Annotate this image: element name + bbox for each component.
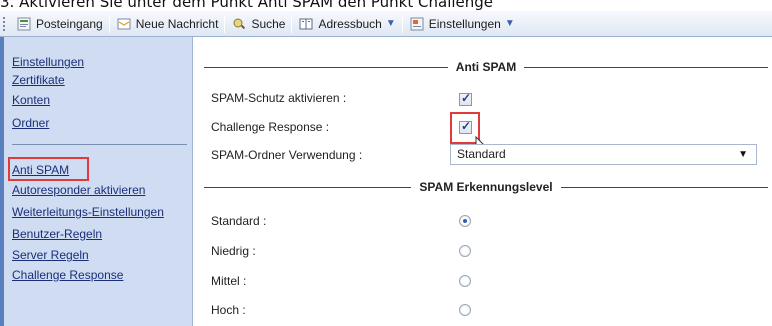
challenge-response-label: Challenge Response : <box>211 120 330 134</box>
level-label-standard: Standard : <box>211 214 267 228</box>
inbox-label: Posteingang <box>36 16 103 31</box>
sidebar-item-einstellungen[interactable]: Einstellungen <box>12 55 84 69</box>
inbox-icon <box>16 16 32 32</box>
toolbar-separator <box>401 14 403 33</box>
settings-button[interactable]: Einstellungen ▼ <box>405 13 519 35</box>
instruction-caption: 3. Aktivieren Sie unter dem Punkt Anti S… <box>0 0 494 11</box>
settings-panel: Anti SPAM SPAM-Schutz aktivieren : ✓ Cha… <box>194 37 772 326</box>
section-header-anti-spam: Anti SPAM <box>204 59 769 75</box>
toolbar-grip[interactable] <box>2 15 6 32</box>
folder-usage-value: Standard <box>457 147 506 161</box>
section-rule <box>560 186 768 188</box>
sidebar-item-autoresponder[interactable]: Autoresponder aktivieren <box>12 183 145 197</box>
settings-label: Einstellungen <box>428 16 501 31</box>
level-radio-hoch[interactable] <box>459 304 471 316</box>
spam-protection-label: SPAM-Schutz aktivieren : <box>211 91 347 105</box>
chevron-down-icon[interactable]: ▼ <box>386 18 396 29</box>
sidebar-item-konten[interactable]: Konten <box>12 93 50 107</box>
search-label: Suche <box>251 16 286 31</box>
sidebar-accent-strip <box>0 37 4 326</box>
address-book-icon <box>298 16 314 32</box>
chevron-down-icon: ▼ <box>738 149 748 160</box>
inbox-button[interactable]: Posteingang <box>12 13 107 35</box>
sidebar-item-challenge-response[interactable]: Challenge Response <box>12 268 123 282</box>
address-book-button[interactable]: Adressbuch ▼ <box>294 13 399 35</box>
new-message-label: Neue Nachricht <box>135 16 219 31</box>
toolbar-separator <box>108 14 110 33</box>
address-book-label: Adressbuch <box>318 16 382 31</box>
highlight-frame <box>8 157 89 181</box>
section-title: SPAM Erkennungslevel <box>419 180 553 194</box>
toolbar-separator <box>291 14 293 33</box>
settings-icon <box>409 16 425 32</box>
level-radio-niedrig[interactable] <box>459 245 471 257</box>
section-title: Anti SPAM <box>455 60 517 74</box>
sidebar-item-server-regeln[interactable]: Server Regeln <box>12 248 89 262</box>
folder-usage-select[interactable]: Standard ▼ <box>450 144 757 165</box>
chevron-down-icon[interactable]: ▼ <box>505 18 515 29</box>
level-label-mittel: Mittel : <box>211 274 247 288</box>
search-icon <box>231 16 247 32</box>
spam-protection-checkbox[interactable]: ✓ <box>459 91 472 106</box>
checkmark-icon: ✓ <box>461 91 472 105</box>
sidebar-divider <box>12 144 187 145</box>
section-rule <box>204 66 448 68</box>
section-header-spam-level: SPAM Erkennungslevel <box>204 179 768 195</box>
sidebar-item-zertifikate[interactable]: Zertifikate <box>12 73 65 87</box>
folder-usage-label: SPAM-Ordner Verwendung : <box>211 148 363 162</box>
search-button[interactable]: Suche <box>227 13 289 35</box>
new-message-icon <box>116 16 132 32</box>
section-rule <box>524 66 769 68</box>
sidebar-item-ordner[interactable]: Ordner <box>12 116 49 130</box>
level-label-hoch: Hoch : <box>211 303 246 317</box>
toolbar-separator <box>224 14 226 33</box>
new-message-button[interactable]: Neue Nachricht <box>112 13 223 35</box>
sidebar-item-benutzer-regeln[interactable]: Benutzer-Regeln <box>12 227 102 241</box>
toolbar: Posteingang Neue Nachricht Suche Adressb… <box>0 11 772 37</box>
sidebar-item-weiterleitung[interactable]: Weiterleitungs-Einstellungen <box>12 205 164 219</box>
level-radio-standard[interactable] <box>459 215 471 227</box>
section-rule <box>204 186 412 188</box>
level-label-niedrig: Niedrig : <box>211 244 256 258</box>
level-radio-mittel[interactable] <box>459 275 471 287</box>
sidebar: Einstellungen Zertifikate Konten Ordner … <box>0 37 193 326</box>
